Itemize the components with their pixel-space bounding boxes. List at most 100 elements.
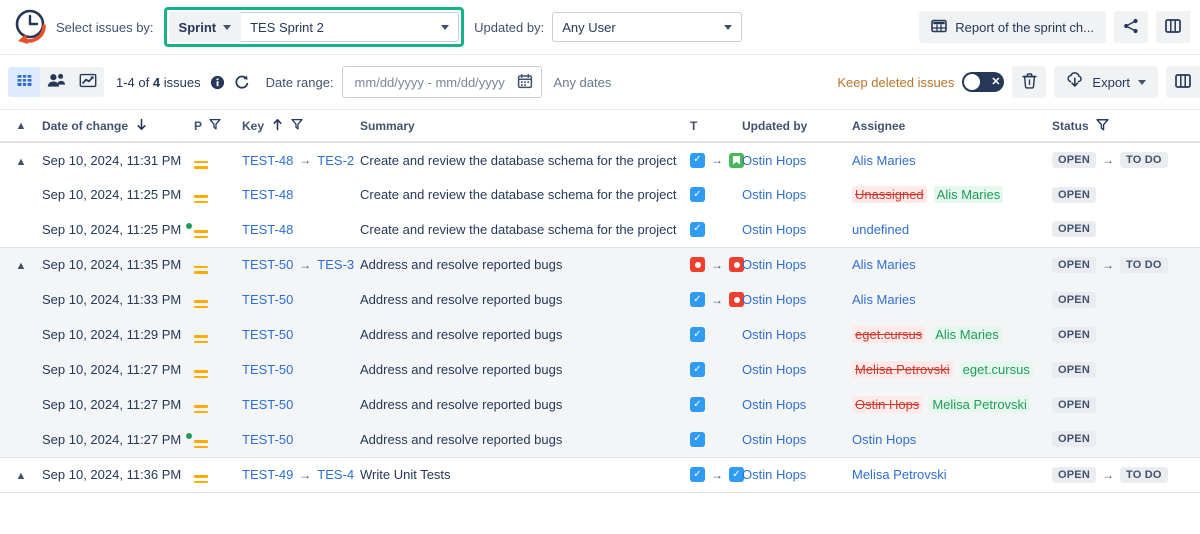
- info-icon[interactable]: [210, 75, 225, 90]
- chevron-up-icon[interactable]: ▲: [16, 156, 27, 168]
- updated-by-link[interactable]: Ostin Hops: [742, 362, 806, 377]
- updated-by-select[interactable]: Any User: [552, 12, 743, 42]
- th-updated-by[interactable]: Updated by: [742, 110, 852, 143]
- issue-key-link[interactable]: TEST-50: [242, 362, 293, 377]
- updated-by-link[interactable]: Ostin Hops: [742, 222, 806, 237]
- updated-by-link[interactable]: Ostin Hops: [742, 153, 806, 168]
- th-assignee[interactable]: Assignee: [852, 110, 1052, 143]
- columns-button[interactable]: [1166, 66, 1200, 98]
- row-expand-cell: [0, 317, 42, 352]
- date-range-input[interactable]: mm/dd/yyyy - mm/dd/yyyy: [341, 66, 542, 98]
- summary-text: Address and resolve reported bugs: [360, 292, 563, 307]
- chevron-up-icon[interactable]: ▲: [16, 120, 27, 132]
- assignee-link[interactable]: Alis Maries: [852, 257, 916, 272]
- cell-assignee: Unassigned Alis Maries: [852, 177, 1052, 212]
- chevron-up-icon[interactable]: ▲: [16, 260, 27, 272]
- priority-medium-icon: [194, 370, 208, 379]
- chart-view-button[interactable]: [72, 67, 104, 97]
- issue-key-link[interactable]: TEST-50: [242, 292, 293, 307]
- export-button[interactable]: Export: [1054, 66, 1158, 98]
- cell-status: OPEN: [1052, 317, 1200, 352]
- th-summary[interactable]: Summary: [360, 110, 690, 143]
- assignee-link[interactable]: Alis Maries: [852, 153, 916, 168]
- table-row[interactable]: Sep 10, 2024, 11:27 PM TEST-50 Address and…: [0, 387, 1200, 422]
- chevron-up-icon[interactable]: ▲: [16, 470, 27, 482]
- issue-key-link[interactable]: TEST-48: [242, 187, 293, 202]
- results-toolbar: 1-4 of 4 issues Date range: mm/dd/yyyy -…: [0, 55, 1200, 110]
- updated-by-link[interactable]: Ostin Hops: [742, 432, 806, 447]
- assignee-link[interactable]: Alis Maries: [852, 292, 916, 307]
- th-expand[interactable]: ▲: [0, 110, 42, 143]
- cell-key: TEST-50: [242, 352, 360, 387]
- keep-deleted-toggle[interactable]: ✕: [962, 72, 1005, 92]
- filter-icon[interactable]: [1096, 118, 1109, 134]
- cell-updated-by: Ostin Hops: [742, 352, 852, 387]
- date-text: Sep 10, 2024, 11:35 PM: [42, 257, 182, 273]
- refresh-icon[interactable]: [234, 74, 250, 90]
- issue-key-link-new[interactable]: TES-4: [317, 467, 354, 482]
- clock-arrow-logo: [8, 5, 52, 49]
- assignee-link[interactable]: undefined: [852, 222, 909, 237]
- calendar-icon[interactable]: [517, 73, 533, 92]
- assignee-link[interactable]: Melisa Petrovski: [852, 467, 947, 482]
- arrow-down-icon[interactable]: [135, 118, 148, 134]
- table-row[interactable]: Sep 10, 2024, 11:29 PM TEST-50 Address and…: [0, 317, 1200, 352]
- th-key[interactable]: Key: [242, 110, 360, 143]
- scope-type-button[interactable]: Sprint: [168, 12, 242, 42]
- issue-key-link[interactable]: TEST-50: [242, 397, 293, 412]
- grid-view-button[interactable]: [8, 67, 40, 97]
- priority-medium-icon: [194, 405, 208, 414]
- cell-assignee: Melisa Petrovski: [852, 456, 1052, 493]
- table-row[interactable]: Sep 10, 2024, 11:25 PM TEST-48 Create and …: [0, 177, 1200, 212]
- issue-key-link[interactable]: TEST-48: [242, 153, 293, 168]
- delete-button[interactable]: [1012, 66, 1047, 98]
- updated-by-link[interactable]: Ostin Hops: [742, 327, 806, 342]
- table-row[interactable]: Sep 10, 2024, 11:27 PM TEST-50 Address and…: [0, 352, 1200, 387]
- share-icon: [1122, 17, 1140, 38]
- date-text: Sep 10, 2024, 11:36 PM: [42, 467, 182, 482]
- assignee-link[interactable]: Ostin Hops: [852, 432, 916, 447]
- priority-medium-icon: [194, 160, 208, 169]
- filter-icon[interactable]: [291, 118, 303, 133]
- table-row[interactable]: ▲ Sep 10, 2024, 11:31 PM TEST-48 → TES-2 Crea…: [0, 141, 1200, 177]
- table-row[interactable]: Sep 10, 2024, 11:33 PM TEST-50 Address and…: [0, 282, 1200, 317]
- updated-by-link[interactable]: Ostin Hops: [742, 467, 806, 482]
- row-expand-cell[interactable]: ▲: [0, 141, 42, 177]
- row-expand-cell[interactable]: ▲: [0, 246, 42, 282]
- table-row[interactable]: Sep 10, 2024, 11:25 PM TEST-48 Create and …: [0, 212, 1200, 248]
- issue-key-link-new[interactable]: TES-2: [317, 153, 354, 168]
- updated-by-link[interactable]: Ostin Hops: [742, 187, 806, 202]
- new-indicator-dot: [186, 433, 193, 440]
- issue-key-link-new[interactable]: TES-3: [317, 257, 354, 272]
- table-row[interactable]: ▲ Sep 10, 2024, 11:36 PM TEST-49 → TES-4 Writ…: [0, 456, 1200, 493]
- table-row[interactable]: ▲ Sep 10, 2024, 11:35 PM TEST-50 → TES-3 Addr…: [0, 246, 1200, 282]
- issue-key-link[interactable]: TEST-49: [242, 467, 293, 482]
- th-type[interactable]: T: [690, 110, 742, 143]
- filter-icon[interactable]: [209, 118, 221, 133]
- th-date-of-change[interactable]: Date of change: [42, 110, 194, 143]
- issue-key-link[interactable]: TEST-48: [242, 222, 293, 237]
- th-status[interactable]: Status: [1052, 110, 1200, 143]
- cell-updated-by: Ostin Hops: [742, 456, 852, 493]
- cell-summary: Address and resolve reported bugs: [360, 317, 690, 352]
- columns-button-top[interactable]: [1156, 11, 1190, 43]
- count-of: of: [138, 74, 150, 90]
- row-expand-cell[interactable]: ▲: [0, 456, 42, 493]
- type-icon-task: ✓: [690, 221, 705, 237]
- issue-key-link[interactable]: TEST-50: [242, 432, 293, 447]
- sprint-report-button[interactable]: Report of the sprint ch...: [919, 11, 1106, 43]
- sprint-select[interactable]: TES Sprint 2: [241, 12, 460, 42]
- row-expand-cell: [0, 352, 42, 387]
- updated-by-link[interactable]: Ostin Hops: [742, 397, 806, 412]
- issue-key-link[interactable]: TEST-50: [242, 327, 293, 342]
- th-priority[interactable]: P: [194, 110, 242, 143]
- table-row[interactable]: Sep 10, 2024, 11:27 PM TEST-50 Address and…: [0, 422, 1200, 458]
- people-view-button[interactable]: [40, 67, 72, 97]
- issue-key-link[interactable]: TEST-50: [242, 257, 293, 272]
- updated-by-link[interactable]: Ostin Hops: [742, 257, 806, 272]
- arrow-up-icon[interactable]: [271, 118, 284, 134]
- share-button[interactable]: [1114, 11, 1148, 43]
- cell-priority: [194, 317, 242, 352]
- th-updated-by-label: Updated by: [742, 118, 808, 133]
- updated-by-link[interactable]: Ostin Hops: [742, 292, 806, 307]
